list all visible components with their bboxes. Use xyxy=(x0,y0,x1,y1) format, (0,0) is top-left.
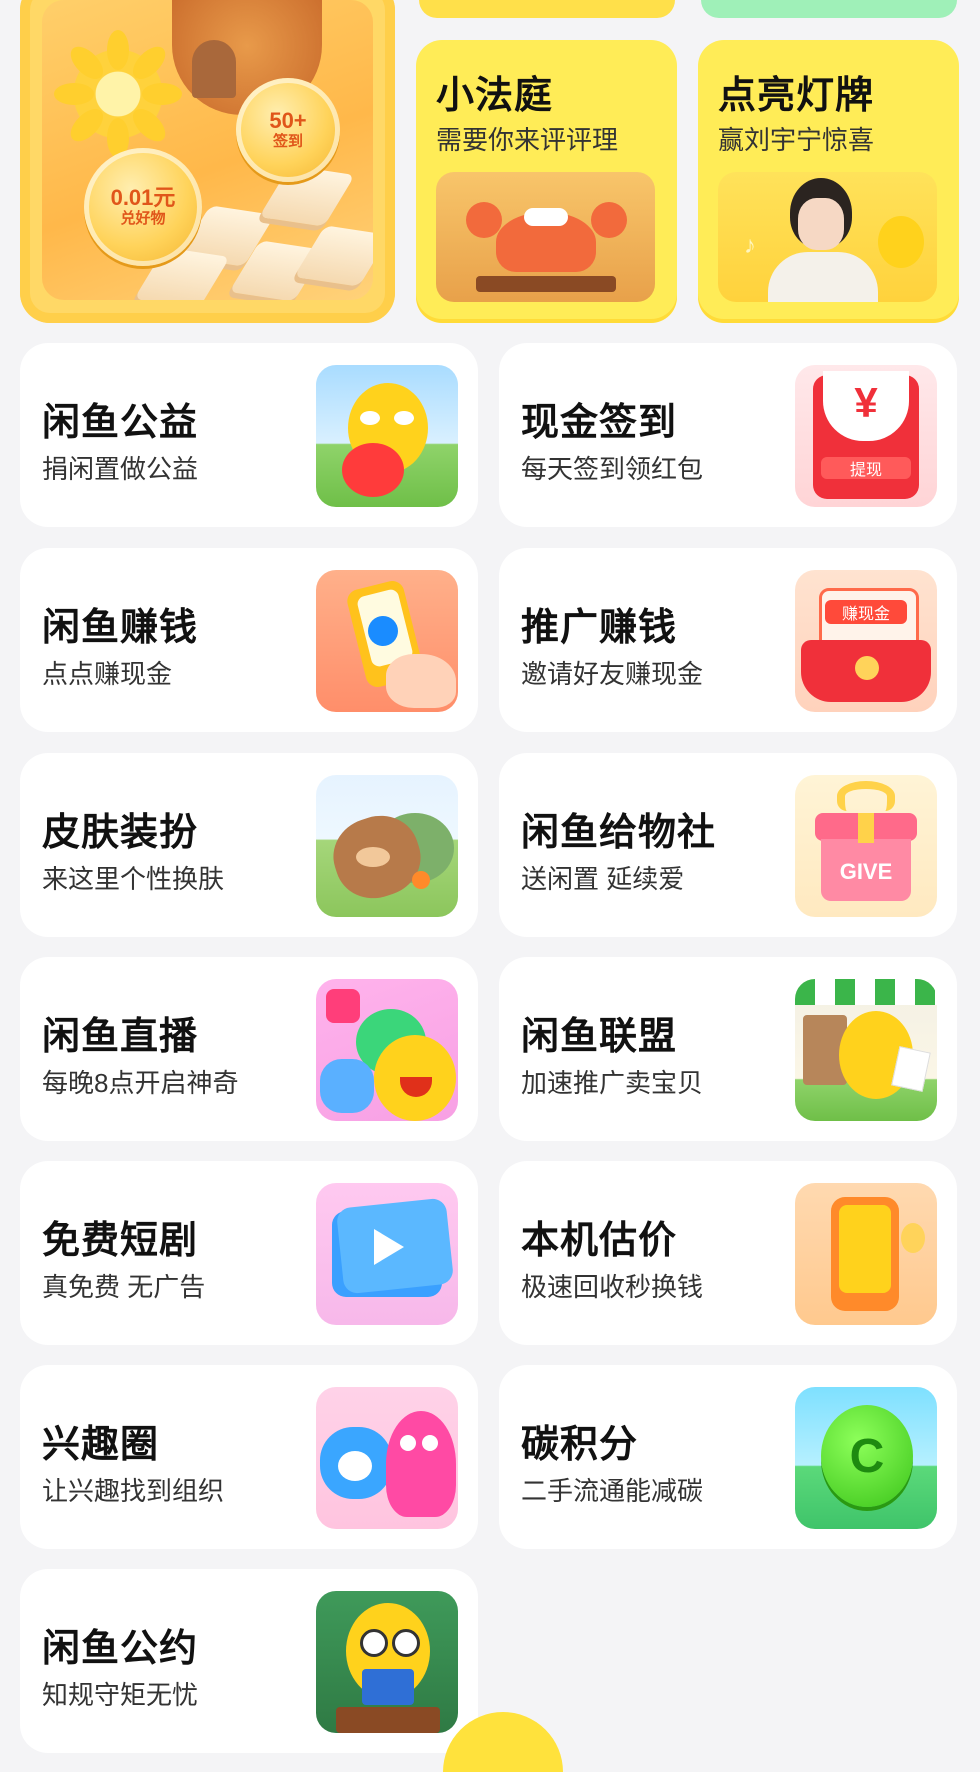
yuan-symbol: ¥ xyxy=(854,379,878,426)
card-subtitle: 知规守矩无忧 xyxy=(42,1680,199,1710)
grid-card-interest-circle[interactable]: 兴趣圈 让兴趣找到组织 xyxy=(20,1365,478,1549)
carbon-symbol: C xyxy=(849,1429,885,1483)
phone-in-hand-icon xyxy=(316,570,458,712)
card-subtitle: 每天签到领红包 xyxy=(521,454,704,484)
red-envelope-yuan-icon: ¥ 提现 xyxy=(795,365,937,507)
coin-redeem-label: 兑好物 xyxy=(120,210,166,227)
grid-card-earn-money[interactable]: 闲鱼赚钱 点点赚现金 xyxy=(20,548,478,732)
card-title: 闲鱼直播 xyxy=(42,1016,199,1058)
grid-card-short-drama[interactable]: 免费短剧 真免费 无广告 xyxy=(20,1161,478,1345)
card-title: 碳积分 xyxy=(521,1424,639,1466)
crab-judge-gavel-icon xyxy=(436,172,655,302)
phone-valuation-icon xyxy=(795,1183,937,1325)
card-title: 推广赚钱 xyxy=(521,607,678,649)
cropped-card-top-right[interactable] xyxy=(701,0,957,18)
promo-title: 点亮灯牌 xyxy=(718,75,875,117)
card-title: 闲鱼公约 xyxy=(42,1628,199,1670)
card-subtitle: 捐闲置做公益 xyxy=(42,454,199,484)
promo-subtitle: 赢刘宇宁惊喜 xyxy=(718,125,875,155)
grid-card-cash-sign-in[interactable]: 现金签到 每天签到领红包 ¥ 提现 xyxy=(499,343,957,527)
live-characters-icon xyxy=(316,979,458,1121)
card-subtitle: 每晚8点开启神奇 xyxy=(42,1068,239,1098)
promo-subtitle: 需要你来评评理 xyxy=(436,125,619,155)
grid-card-convention[interactable]: 闲鱼公约 知规守矩无忧 xyxy=(20,1569,478,1753)
card-title: 闲鱼联盟 xyxy=(521,1016,678,1058)
grid-card-carbon-points[interactable]: 碳积分 二手流通能减碳 C xyxy=(499,1365,957,1549)
card-subtitle: 极速回收秒换钱 xyxy=(521,1272,704,1302)
card-title: 兴趣圈 xyxy=(42,1424,160,1466)
withdraw-badge: 提现 xyxy=(821,457,911,479)
gift-box-icon: GIVE xyxy=(795,775,937,917)
card-title: 闲鱼给物社 xyxy=(521,812,717,854)
card-title: 闲鱼公益 xyxy=(42,402,199,444)
banner-illustration: 50+ 签到 0.01元 兑好物 xyxy=(42,0,373,300)
card-title: 本机估价 xyxy=(521,1220,678,1262)
cropped-card-top-left[interactable] xyxy=(419,0,675,18)
live-bars-icon xyxy=(326,989,360,1023)
promo-card-light-sign[interactable]: 点亮灯牌 赢刘宇宁惊喜 ♪ xyxy=(698,40,959,323)
card-subtitle: 二手流通能减碳 xyxy=(521,1476,704,1506)
grid-card-alliance[interactable]: 闲鱼联盟 加速推广卖宝贝 xyxy=(499,957,957,1141)
grid-card-phone-valuation[interactable]: 本机估价 极速回收秒换钱 xyxy=(499,1161,957,1345)
card-title: 现金签到 xyxy=(521,402,678,444)
card-subtitle: 来这里个性换肤 xyxy=(42,864,225,894)
coin-sign-in-label: 签到 xyxy=(272,133,303,150)
sunflower-icon xyxy=(54,30,182,158)
grid-card-charity[interactable]: 闲鱼公益 捐闲置做公益 xyxy=(20,343,478,527)
coin-sign-in: 50+ 签到 xyxy=(236,78,340,182)
cash-envelope-icon: 赚现金 xyxy=(795,570,937,712)
video-play-icon xyxy=(316,1183,458,1325)
grid-card-give-club[interactable]: 闲鱼给物社 送闲置 延续爱 GIVE xyxy=(499,753,957,937)
card-subtitle: 加速推广卖宝贝 xyxy=(521,1068,704,1098)
grid-card-promote-earn[interactable]: 推广赚钱 邀请好友赚现金 赚现金 xyxy=(499,548,957,732)
grid-card-skin[interactable]: 皮肤装扮 来这里个性换肤 xyxy=(20,753,478,937)
promo-card-court[interactable]: 小法庭 需要你来评评理 xyxy=(416,40,677,323)
give-label: GIVE xyxy=(839,859,893,884)
card-subtitle: 让兴趣找到组织 xyxy=(42,1476,225,1506)
interest-monsters-icon xyxy=(316,1387,458,1529)
capybara-skin-icon xyxy=(316,775,458,917)
grid-card-live[interactable]: 闲鱼直播 每晚8点开启神奇 xyxy=(20,957,478,1141)
coin-sign-in-value: 50+ xyxy=(269,108,307,133)
carbon-coin-icon: C xyxy=(795,1387,937,1529)
fish-shop-icon xyxy=(795,979,937,1121)
door-icon xyxy=(192,40,236,98)
cash-badge: 赚现金 xyxy=(825,600,907,624)
sign-in-banner-card[interactable]: 50+ 签到 0.01元 兑好物 xyxy=(20,0,395,323)
coin-redeem-value: 0.01元 xyxy=(110,185,176,210)
fish-heart-icon xyxy=(316,365,458,507)
card-subtitle: 点点赚现金 xyxy=(42,659,173,689)
coin-redeem: 0.01元 兑好物 xyxy=(84,148,202,266)
promo-title: 小法庭 xyxy=(436,75,554,117)
card-subtitle: 真免费 无广告 xyxy=(42,1272,206,1302)
card-subtitle: 送闲置 延续爱 xyxy=(521,864,685,894)
fish-rulebook-icon xyxy=(316,1591,458,1733)
card-title: 皮肤装扮 xyxy=(42,812,199,854)
card-subtitle: 邀请好友赚现金 xyxy=(521,659,704,689)
music-note-icon: ♪ xyxy=(744,232,756,259)
card-title: 闲鱼赚钱 xyxy=(42,607,199,649)
celebrity-photo-icon: ♪ xyxy=(718,172,937,302)
card-title: 免费短剧 xyxy=(42,1220,199,1262)
